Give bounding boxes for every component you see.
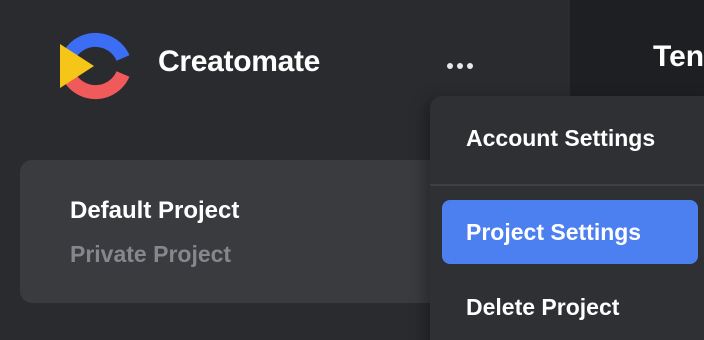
project-name: Default Project (70, 197, 240, 224)
creatomate-logo-icon[interactable] (58, 32, 130, 100)
project-visibility: Private Project (70, 241, 232, 267)
app-name: Creatomate (158, 45, 321, 78)
more-horizontal-icon (447, 63, 453, 69)
menu-item-account-settings[interactable]: Account Settings (442, 106, 698, 170)
more-horizontal-icon-dot (457, 63, 463, 69)
menu-item-project-settings[interactable]: Project Settings (442, 200, 698, 264)
menu-divider (430, 184, 704, 186)
main-page-title: Ten (653, 40, 704, 73)
more-horizontal-icon-dot (467, 63, 473, 69)
project-card[interactable]: Default Project Private Project (20, 160, 460, 303)
app-window: Ten Creatomate Default Project Private P… (0, 0, 704, 340)
menu-item-delete-project[interactable]: Delete Project (442, 275, 698, 339)
project-options-menu: Account Settings Project Settings Delete… (430, 96, 704, 340)
more-options-button[interactable] (440, 52, 480, 80)
